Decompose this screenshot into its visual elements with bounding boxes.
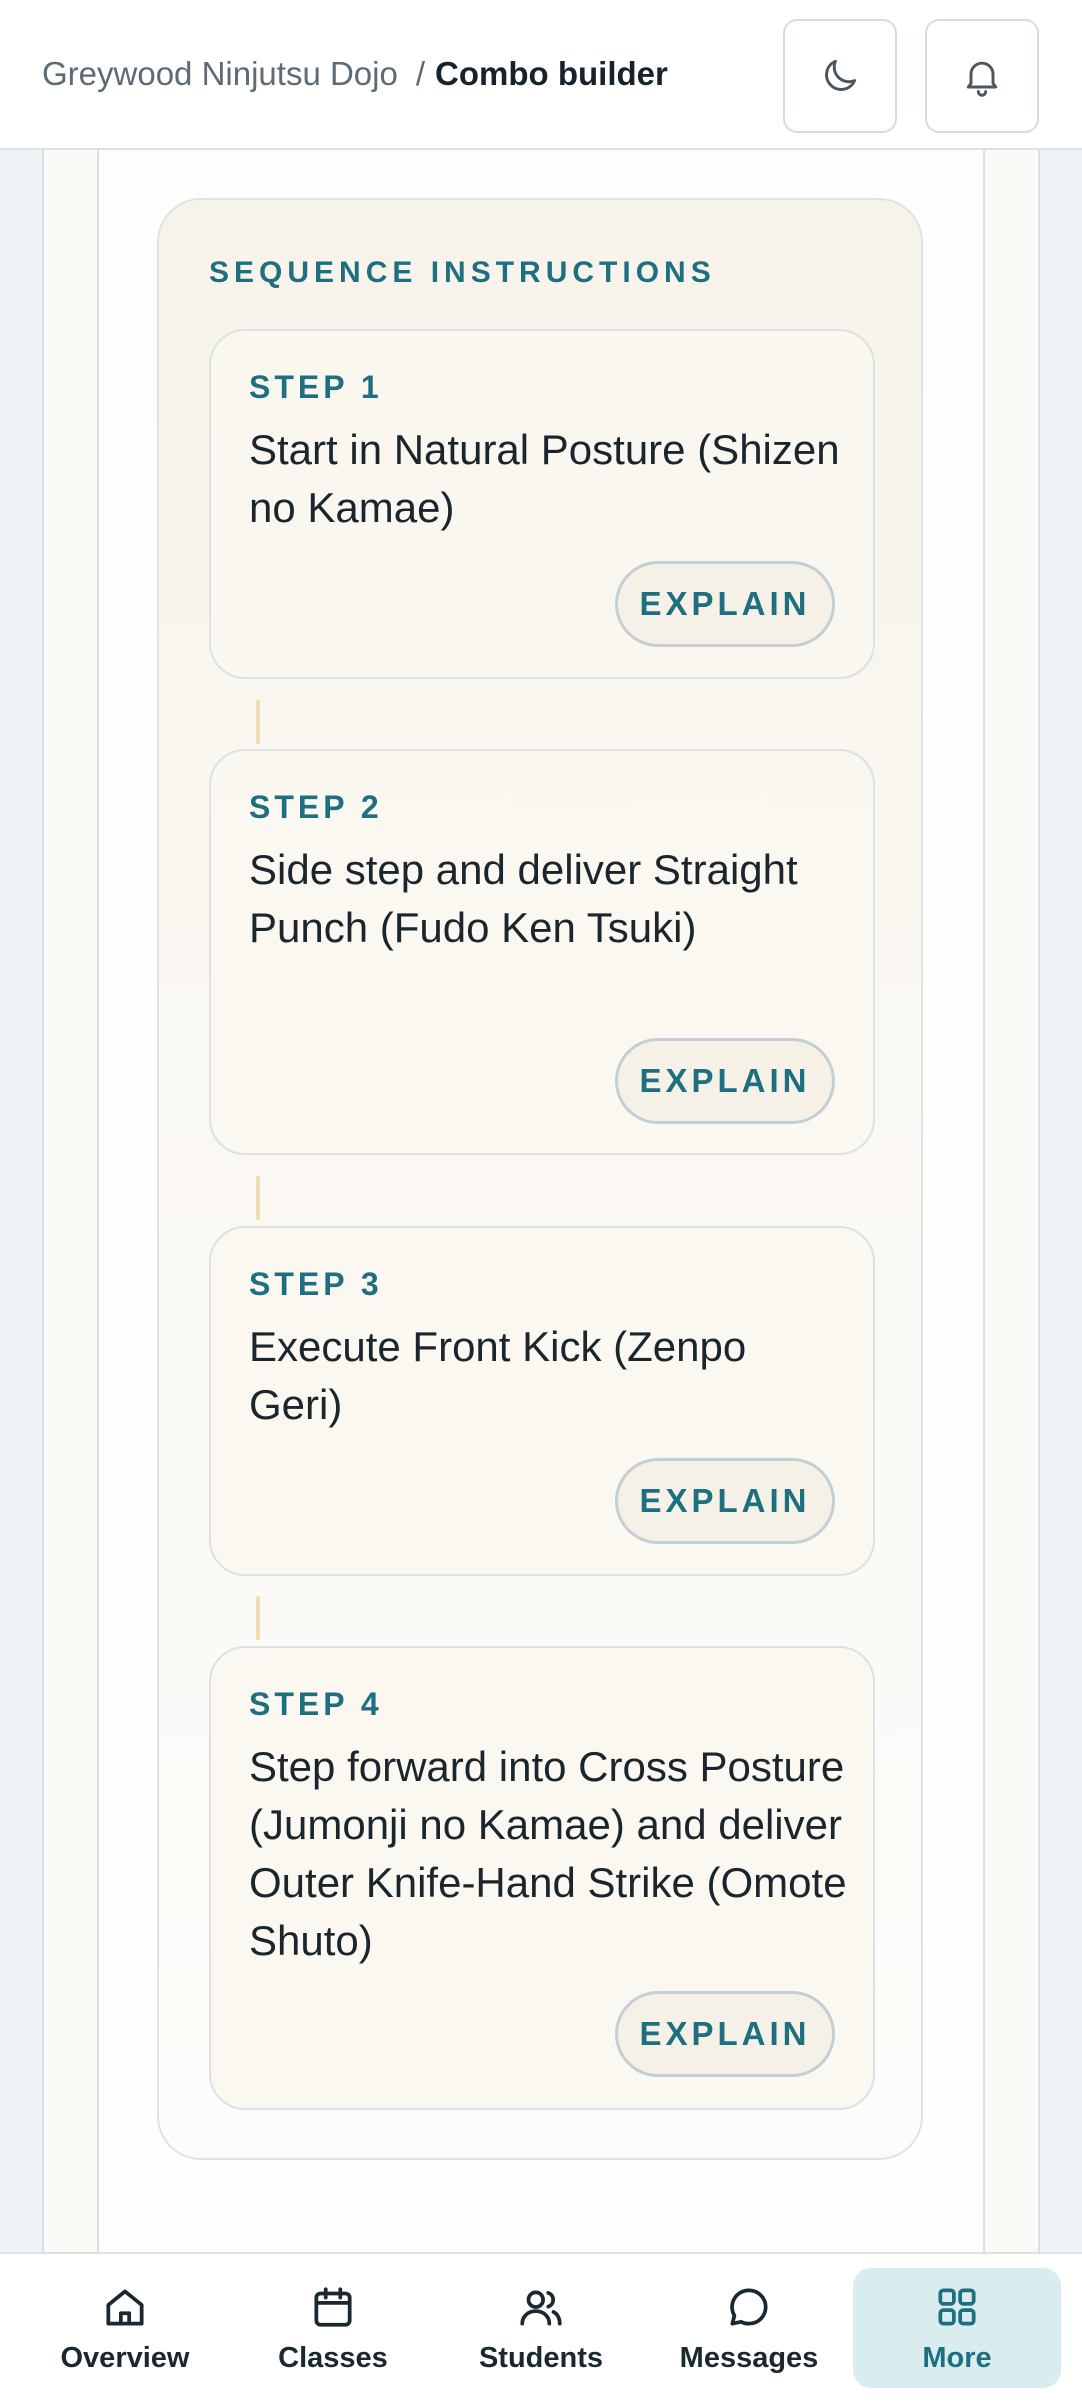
explain-button[interactable]: EXPLAIN xyxy=(615,1038,835,1124)
top-header: Greywood Ninjutsu Dojo / Combo builder xyxy=(0,0,1082,150)
explain-button[interactable]: EXPLAIN xyxy=(615,1458,835,1544)
home-icon xyxy=(106,2289,144,2326)
nav-item-messages[interactable]: Messages xyxy=(645,2268,853,2388)
nav-label: Students xyxy=(478,2342,604,2374)
breadcrumb-separator: / xyxy=(415,55,426,92)
nav-label: Classes xyxy=(278,2342,388,2374)
moon-icon xyxy=(825,59,857,91)
explain-button[interactable]: EXPLAIN xyxy=(615,1991,835,2077)
step-card: STEP 3 Execute Front Kick (Zenpo Geri) E… xyxy=(209,1226,875,1576)
chat-icon xyxy=(730,2288,768,2326)
step-card: STEP 4 Step forward into Cross Posture (… xyxy=(209,1646,875,2110)
nav-label: Overview xyxy=(60,2342,190,2374)
step-text: Execute Front Kick (Zenpo Geri) xyxy=(249,1323,747,1428)
step-card: STEP 1 Start in Natural Posture (Shizen … xyxy=(209,329,875,679)
nav-item-students[interactable]: Students xyxy=(437,2268,645,2388)
page-title: Combo builder xyxy=(435,55,668,92)
step-label: STEP 4 xyxy=(249,1686,383,1722)
breadcrumb: Greywood Ninjutsu Dojo / Combo builder xyxy=(42,55,668,93)
sequence-instructions-card: SEQUENCE INSTRUCTIONS STEP 1 Start in Na… xyxy=(157,198,923,2160)
grid-icon xyxy=(938,2288,976,2326)
sequence-title: SEQUENCE INSTRUCTIONS xyxy=(209,256,716,289)
nav-item-more[interactable]: More xyxy=(853,2268,1061,2388)
step-connector xyxy=(256,1596,260,1640)
breadcrumb-parent-link[interactable]: Greywood Ninjutsu Dojo xyxy=(42,55,398,93)
nav-item-overview[interactable]: Overview xyxy=(21,2268,229,2388)
nav-item-classes[interactable]: Classes xyxy=(229,2268,437,2388)
step-connector xyxy=(256,1176,260,1220)
notifications-button[interactable] xyxy=(925,19,1039,133)
step-label: STEP 2 xyxy=(249,789,383,825)
step-text: Start in Natural Posture (Shizen no Kama… xyxy=(249,426,840,531)
step-label: STEP 1 xyxy=(249,369,383,405)
step-connector xyxy=(256,700,260,744)
nav-label: Messages xyxy=(679,2342,819,2374)
theme-toggle-button[interactable] xyxy=(783,19,897,133)
users-icon xyxy=(520,2290,562,2326)
step-card: STEP 2 Side step and deliver Straight Pu… xyxy=(209,749,875,1155)
step-text: Step forward into Cross Posture (Jumonji… xyxy=(249,1743,847,1964)
calendar-icon xyxy=(314,2287,352,2327)
bell-icon xyxy=(966,61,998,97)
step-text: Side step and deliver Straight Punch (Fu… xyxy=(249,846,798,951)
step-label: STEP 3 xyxy=(249,1266,383,1302)
nav-label: More xyxy=(922,2342,992,2374)
bottom-navigation: Overview Classes Students Messages More xyxy=(0,2252,1082,2402)
explain-button[interactable]: EXPLAIN xyxy=(615,561,835,647)
